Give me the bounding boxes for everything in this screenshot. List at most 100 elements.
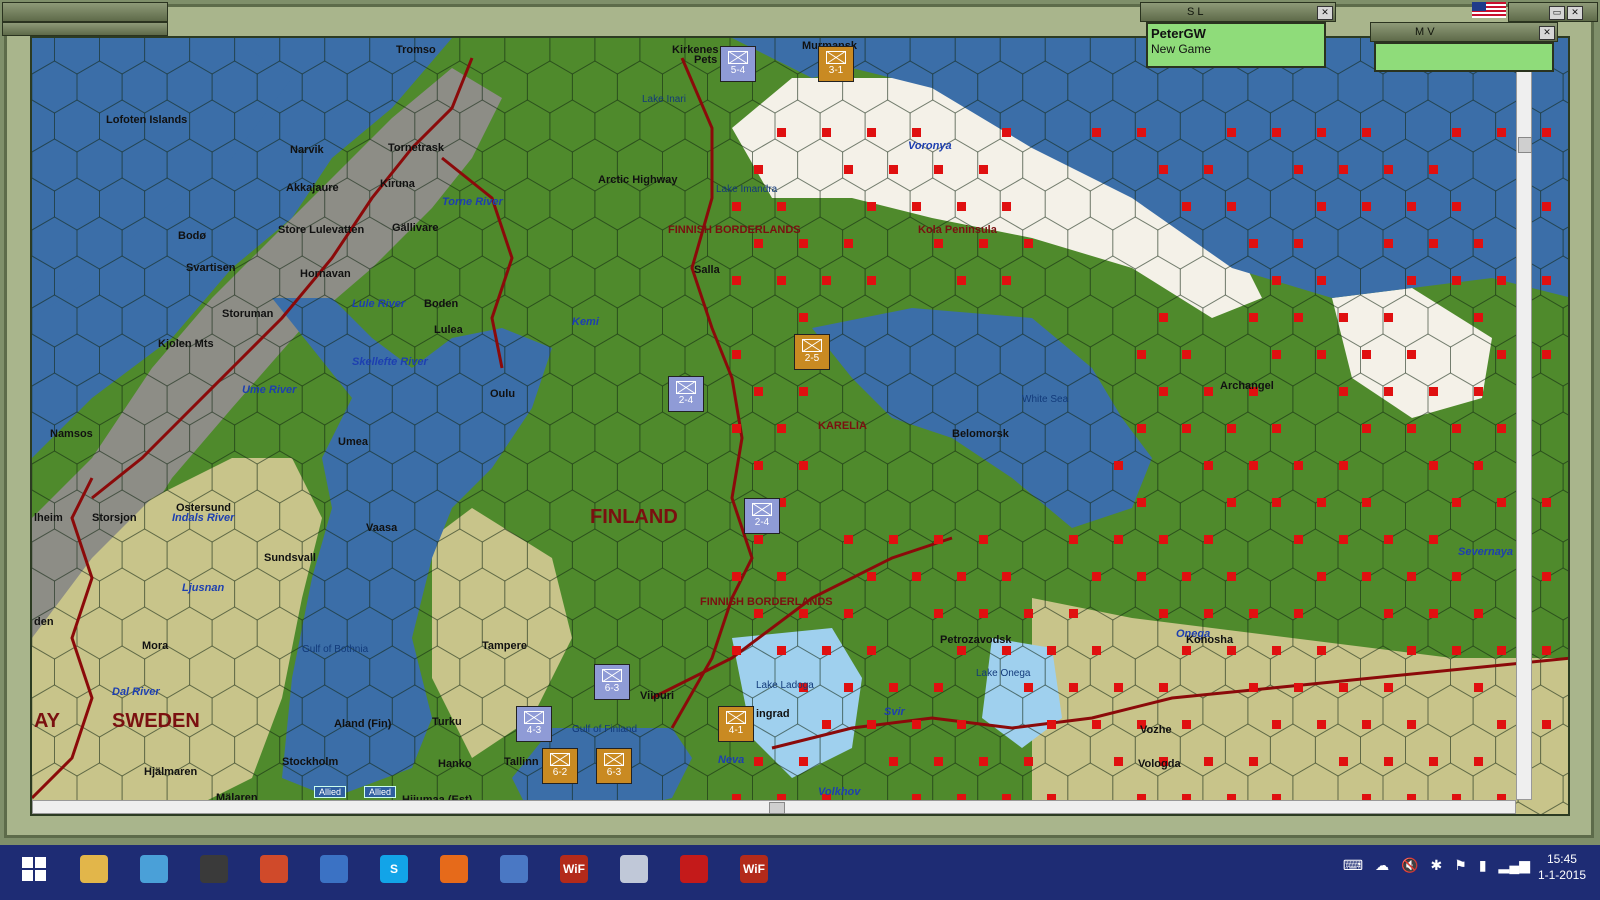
clock[interactable]: 15:45 1-1-2015 (1538, 851, 1586, 883)
sl-panel-title: S L (1187, 6, 1204, 18)
game-map[interactable]: FINLAND SWEDEN AY FINNISH BORDERLANDS FINNIS… (30, 36, 1570, 816)
keyboard-icon[interactable]: ⌨ (1343, 857, 1363, 874)
city-label: lheim (34, 512, 63, 524)
close-icon[interactable]: ✕ (1539, 26, 1555, 40)
vertical-scrollbar[interactable] (1516, 36, 1532, 800)
taskbar-windows-start[interactable] (8, 848, 60, 890)
unit-counter[interactable]: 6-2 (542, 748, 578, 784)
city-label: Hjälmaren (144, 766, 198, 778)
river-label: Skellefte River (352, 356, 428, 368)
allied-tag[interactable]: Allied (314, 786, 347, 798)
water-label: Lake Imandra (716, 184, 778, 195)
city-label: Store Lulevatten (278, 224, 365, 236)
close-icon[interactable]: ✕ (1567, 6, 1583, 20)
taskbar-firefox[interactable] (428, 848, 480, 890)
mv-panel-title: M V (1415, 26, 1435, 38)
infantry-icon (826, 51, 846, 64)
allied-tag[interactable]: Allied (364, 786, 397, 798)
taskbar-chrome[interactable] (248, 848, 300, 890)
river-label: Torne River (442, 196, 503, 208)
unit-strength: 6-3 (606, 767, 622, 778)
battery-icon[interactable]: ▮ (1479, 857, 1487, 874)
city-label: Kiruna (380, 178, 415, 190)
taskbar-ballot[interactable] (488, 848, 540, 890)
city-label: Archangel (1220, 380, 1274, 392)
country-label: AY (34, 710, 60, 732)
top-left-sub-titlebar[interactable] (2, 22, 168, 36)
unit-counter[interactable]: 2-4 (744, 498, 780, 534)
vertical-scroll-thumb[interactable] (1518, 137, 1532, 153)
taskbar-wif-1[interactable]: WiF (548, 848, 600, 890)
signal-icon[interactable]: ▂▄▆ (1499, 857, 1530, 874)
game-name: New Game (1151, 42, 1212, 56)
country-label: SWEDEN (112, 710, 200, 732)
river-label: Neva (718, 754, 745, 766)
city-label: Konosha (1186, 634, 1234, 646)
city-label: Viipuri (640, 690, 675, 702)
corner-controls[interactable]: ▭ ✕ (1508, 2, 1598, 22)
hex-map[interactable] (32, 38, 1570, 816)
city-label: Salla (694, 264, 720, 276)
file-explorer-icon (80, 855, 108, 883)
unit-strength: 2-4 (678, 395, 694, 406)
taskbar-notepad[interactable] (608, 848, 660, 890)
river-label: Kemi (572, 316, 599, 328)
volume-icon[interactable]: 🔇 (1401, 857, 1418, 874)
unit-counter[interactable]: 4-3 (516, 706, 552, 742)
river-label: Svir (884, 706, 905, 718)
windows-start-icon (20, 855, 48, 883)
city-label: Belomorsk (952, 428, 1009, 440)
unit-counter[interactable]: 3-1 (818, 46, 854, 82)
region-label: FINNISH BORDERLANDS (668, 224, 801, 236)
taskbar-wif-2[interactable]: WiF (728, 848, 780, 890)
unit-counter[interactable]: 5-4 (720, 46, 756, 82)
mv-panel-titlebar[interactable]: M V ✕ (1370, 22, 1558, 42)
city-label: Hornavan (300, 268, 351, 280)
city-label: Namsos (50, 428, 93, 440)
city-label: Lofoten Islands (106, 114, 188, 126)
taskbar-file-explorer[interactable] (68, 848, 120, 890)
close-icon[interactable]: ✕ (1317, 6, 1333, 20)
river-label: Ume River (242, 384, 297, 396)
ballot-icon (500, 855, 528, 883)
top-left-titlebar[interactable] (2, 2, 168, 22)
water-label: Lake Inari (642, 94, 686, 105)
app-frame: FINLAND SWEDEN AY FINNISH BORDERLANDS FINNIS… (0, 0, 1600, 845)
infantry-icon (726, 711, 746, 724)
unit-counter[interactable]: 6-3 (596, 748, 632, 784)
acrobat-icon (680, 855, 708, 883)
taskbar-acrobat[interactable] (668, 848, 720, 890)
unit-counter[interactable]: 2-5 (794, 334, 830, 370)
city-label: Mora (142, 640, 169, 652)
taskbar-paint[interactable] (188, 848, 240, 890)
taskbar: S WiF WiF ⌨ ☁ 🔇 ✱ ⚑ ▮ ▂▄▆ 15:45 1-1-2015 (0, 845, 1600, 900)
infantry-icon (524, 711, 544, 724)
city-label: Tallinn (504, 756, 539, 768)
infantry-icon (802, 339, 822, 352)
flag-icon[interactable]: ⚑ (1454, 857, 1467, 874)
unit-counter[interactable]: 4-1 (718, 706, 754, 742)
cloud-icon[interactable]: ☁ (1375, 857, 1389, 874)
unit-counter[interactable]: 6-3 (594, 664, 630, 700)
city-label: Akkajaure (286, 182, 339, 194)
taskbar-thunderbird[interactable] (308, 848, 360, 890)
unit-counter[interactable]: 2-4 (668, 376, 704, 412)
infantry-icon (602, 669, 622, 682)
taskbar-media-player[interactable] (128, 848, 180, 890)
sl-panel-titlebar[interactable]: S L ✕ (1140, 2, 1336, 22)
taskbar-skype[interactable]: S (368, 848, 420, 890)
infantry-icon (676, 381, 696, 394)
infantry-icon (752, 503, 772, 516)
city-label: Tornetrask (388, 142, 445, 154)
city-label: Lulea (434, 324, 463, 336)
infantry-icon (728, 51, 748, 64)
river-label: Dal River (112, 686, 160, 698)
unit-strength: 3-1 (828, 65, 844, 76)
water-label: Gulf of Finland (572, 724, 638, 735)
bluetooth-icon[interactable]: ✱ (1431, 857, 1443, 874)
horizontal-scroll-thumb[interactable] (769, 802, 785, 814)
window-restore-icon[interactable]: ▭ (1549, 6, 1565, 20)
sl-panel: PeterGW New Game (1146, 22, 1326, 68)
horizontal-scrollbar[interactable] (32, 800, 1516, 814)
city-label: Aland (Fin) (334, 718, 392, 730)
